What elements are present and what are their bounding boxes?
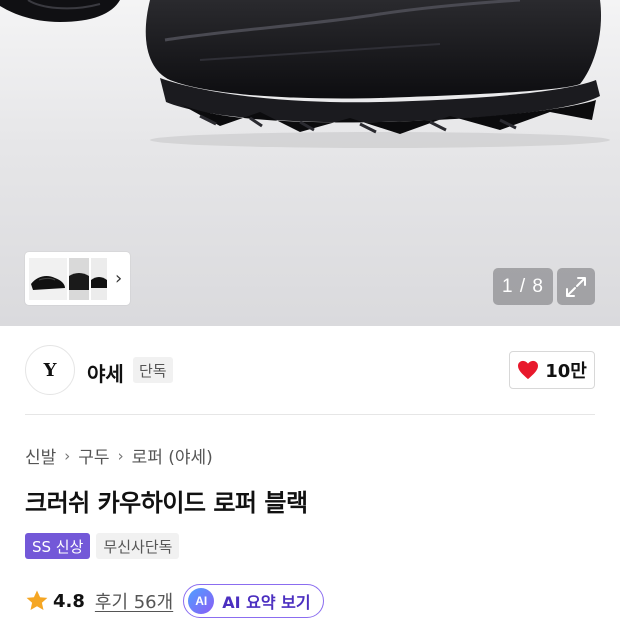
breadcrumb: 신발 › 구두 › 로퍼 (야세) [25,443,213,469]
musinsa-exclusive-tag: 무신사단독 [96,533,180,559]
product-title: 크러쉬 카우하이드 로퍼 블랙 [25,489,308,517]
star-icon [26,590,48,610]
product-image-gallery[interactable]: › 1 / 8 [0,0,620,326]
product-tags: SS 신상 무신사단독 [25,533,180,559]
thumbnail-3[interactable] [91,257,107,300]
chevron-right-icon: › [64,446,71,465]
brand-name[interactable]: 야세 [87,358,124,387]
ai-summary-button[interactable]: AI AI 요약 보기 [183,584,324,618]
rating-value: 4.8 [53,590,85,612]
chevron-right-icon: › [117,446,124,465]
breadcrumb-item-dress-shoes[interactable]: 구두 [78,443,109,468]
exclusive-badge: 단독 [133,357,173,383]
like-count: 10만 [545,361,587,382]
breadcrumb-item-shoes[interactable]: 신발 [25,443,56,468]
new-season-tag: SS 신상 [25,533,91,559]
reviews-link[interactable]: 후기 56개 [95,588,173,614]
brand-logo[interactable]: Y [25,345,75,395]
expand-button[interactable] [557,268,595,305]
heart-icon [518,360,539,380]
rating-row: 4.8 후기 56개 AI AI 요약 보기 [25,584,324,618]
brand-row: Y 야세 단독 10만 [25,345,595,397]
ai-icon: AI [188,588,215,614]
breadcrumb-item-loafers[interactable]: 로퍼 (야세) [132,443,213,468]
thumbnail-1[interactable] [29,257,67,300]
chevron-right-icon[interactable]: › [115,269,122,288]
thumbnail-2[interactable] [69,257,89,300]
ai-summary-label: AI 요약 보기 [222,593,311,612]
expand-icon [566,276,586,297]
thumbnail-strip[interactable]: › [25,252,130,305]
divider [25,414,595,415]
like-button[interactable]: 10만 [509,351,595,389]
image-counter: 1 / 8 [493,268,553,305]
